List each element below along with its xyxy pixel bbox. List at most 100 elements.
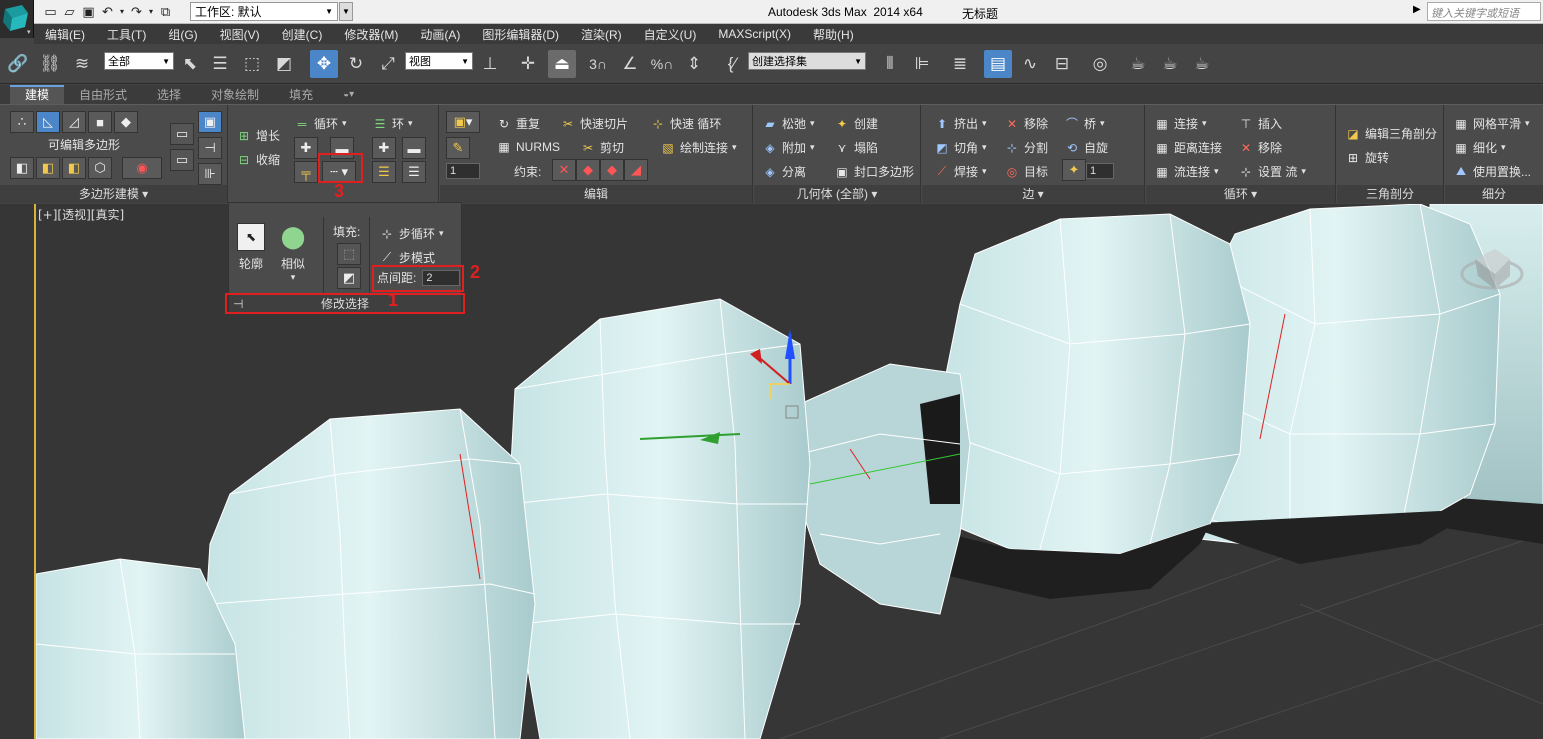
bridge-button[interactable]: ⌒ 桥 ▾	[1064, 115, 1105, 132]
tab-selection[interactable]: 选择	[142, 86, 196, 103]
project-folder-icon[interactable]: ⧉	[157, 4, 174, 20]
insert-loop-button[interactable]: ⊤ 插入	[1238, 115, 1282, 132]
connect-button[interactable]: ▦ 连接 ▾	[1154, 115, 1206, 132]
fill-button[interactable]: ⬚	[337, 243, 361, 265]
collapse-button[interactable]: ⋎ 塌陷	[834, 139, 878, 156]
workspace-menu-button[interactable]: ▼	[339, 2, 353, 21]
meshsmooth-button[interactable]: ▦ 网格平滑 ▾	[1453, 115, 1529, 132]
render-setup-icon[interactable]: ☕	[1124, 50, 1152, 78]
bind-spacewarp-icon[interactable]: ≋	[68, 50, 96, 78]
spinner-snap-icon[interactable]: ⇕	[680, 50, 708, 78]
curve-editor-icon[interactable]: ∿	[1016, 50, 1044, 78]
detach-button[interactable]: ◈ 分离	[762, 163, 806, 180]
app-menu-button[interactable]: ▾	[0, 0, 34, 38]
menu-animation[interactable]: 动画(A)	[409, 26, 471, 43]
snap-toggle-icon[interactable]: 3 ∩	[584, 50, 612, 78]
shrink-button[interactable]: ⊟ 收缩	[236, 151, 280, 168]
border-mode-icon[interactable]: ◿	[62, 111, 86, 133]
mirror-icon[interactable]: ⫴	[876, 50, 904, 78]
tessellate-button[interactable]: ▦ 细化 ▾	[1453, 139, 1505, 156]
use-stack-icon[interactable]: ◧	[62, 157, 86, 179]
pin-stack-icon[interactable]: ▣	[198, 111, 222, 133]
undo-dropdown-icon[interactable]: ▾	[118, 4, 126, 20]
named-selection-select[interactable]: 创建选择集 ▼	[748, 52, 866, 70]
rect-selection-icon[interactable]: ⬚	[238, 50, 266, 78]
menu-maxscript[interactable]: MAXScript(X)	[707, 27, 802, 41]
create-button[interactable]: ✦ 创建	[834, 115, 878, 132]
preserve-uvs-button[interactable]: ▣ ▾	[446, 111, 480, 133]
menu-edit[interactable]: 编辑(E)	[34, 26, 96, 43]
soft-selection-icon[interactable]: ◉	[122, 157, 162, 179]
constraint-face-icon[interactable]: ◆	[600, 159, 624, 181]
loop-button[interactable]: ═ 循环 ▾	[294, 115, 347, 132]
scale-icon[interactable]: ⤢	[374, 50, 402, 78]
ring-shrink-button[interactable]: ▬	[402, 137, 426, 159]
flow-connect-button[interactable]: ▦ 流连接 ▾	[1154, 163, 1218, 180]
tab-freeform[interactable]: 自由形式	[64, 86, 142, 103]
constraint-edge-icon[interactable]: ◆	[576, 159, 600, 181]
quickslice-button[interactable]: ✂ 快速切片	[560, 115, 628, 132]
repeat-button[interactable]: ↻ 重复	[496, 115, 540, 132]
menu-customize[interactable]: 自定义(U)	[633, 26, 708, 43]
extrude-button[interactable]: ⬆ 挤出 ▾	[934, 115, 987, 132]
material-editor-icon[interactable]: ◎	[1086, 50, 1114, 78]
redo-icon[interactable]: ↷	[128, 4, 145, 20]
attach-button[interactable]: ◈ 附加 ▾	[762, 139, 814, 156]
cut-button[interactable]: ✂ 剪切	[580, 139, 624, 156]
menu-graph-editors[interactable]: 图形编辑器(D)	[471, 26, 570, 43]
new-file-icon[interactable]: ▭	[42, 4, 59, 20]
split-button[interactable]: ⊹ 分割	[1004, 139, 1048, 156]
select-by-name-icon[interactable]: ☰	[206, 50, 234, 78]
use-displacement-button[interactable]: ⛰ 使用置换...	[1453, 163, 1531, 180]
paint-connect-button[interactable]: ▧ 绘制连接 ▾	[660, 139, 736, 156]
loop-remove-button[interactable]: ✕ 移除	[1238, 139, 1282, 156]
redo-dropdown-icon[interactable]: ▾	[147, 4, 155, 20]
step-mode-button[interactable]: ⟋ 步模式	[379, 249, 435, 266]
tweak-button[interactable]: ✎	[446, 137, 470, 159]
loop-mode-button[interactable]: ╤	[294, 161, 318, 183]
undo-icon[interactable]: ↶	[99, 4, 116, 20]
edge-mode-icon[interactable]: ◺	[36, 111, 60, 133]
nurms-button[interactable]: ▦ NURMS	[496, 139, 560, 155]
relax-button[interactable]: ▰ 松弛 ▾	[762, 115, 814, 132]
ring-grow-button[interactable]: ✚	[372, 137, 396, 159]
menu-views[interactable]: 视图(V)	[209, 26, 271, 43]
search-expand-icon[interactable]: ▶	[1413, 4, 1421, 15]
turn-button[interactable]: ⊞ 旋转	[1345, 149, 1389, 166]
edges-spinner[interactable]: 1	[1086, 163, 1114, 179]
menu-modifiers[interactable]: 修改器(M)	[333, 26, 409, 43]
spin-button[interactable]: ⟲ 自旋	[1064, 139, 1108, 156]
select-object-icon[interactable]: ⬉	[176, 50, 204, 78]
rendered-frame-icon[interactable]: ☕	[1156, 50, 1184, 78]
layer-manager-icon[interactable]: ≣	[946, 50, 974, 78]
modify-mode-icon[interactable]: ◧	[10, 157, 34, 179]
menu-rendering[interactable]: 渲染(R)	[570, 26, 633, 43]
tab-populate[interactable]: 填充	[274, 86, 328, 103]
subobj-toggle-icon[interactable]: ▭	[170, 149, 194, 171]
edge-remove-button[interactable]: ✕ 移除	[1004, 115, 1048, 132]
constraint-none-icon[interactable]: ✕	[552, 159, 576, 181]
vertex-mode-icon[interactable]: ∴	[10, 111, 34, 133]
align-icon[interactable]: ⊫	[908, 50, 936, 78]
selection-filter-select[interactable]: 全部 ▼	[104, 52, 174, 70]
edit-spinner[interactable]: 1	[446, 163, 480, 179]
target-button[interactable]: ◎ 目标	[1004, 163, 1048, 180]
ring-button[interactable]: ☰ 环 ▾	[372, 115, 413, 132]
menu-help[interactable]: 帮助(H)	[802, 26, 865, 43]
open-file-icon[interactable]: ▱	[61, 4, 78, 20]
grow-button[interactable]: ⊞ 增长	[236, 127, 280, 144]
step-loop-button[interactable]: ⊹ 步循环 ▾	[379, 225, 444, 242]
reference-coord-select[interactable]: 视图 ▼	[405, 52, 473, 70]
polygon-mode-icon[interactable]: ■	[88, 111, 112, 133]
angle-snap-icon[interactable]: ∠	[616, 50, 644, 78]
preserve-uv-icon[interactable]: ◧	[36, 157, 60, 179]
fill-hole-button[interactable]: ◩	[337, 267, 361, 289]
render-production-icon[interactable]: ☕	[1188, 50, 1216, 78]
polygon-modeling-title[interactable]: 多边形建模 ▾	[0, 185, 227, 203]
constraint-normal-icon[interactable]: ◢	[624, 159, 648, 181]
viewport-label[interactable]: [+][透视][真实]	[38, 206, 124, 223]
weld-button[interactable]: ⟋ 焊接 ▾	[934, 163, 987, 180]
save-icon[interactable]: ▣	[80, 4, 97, 20]
loop-grow-button[interactable]: ✚	[294, 137, 318, 159]
collapse-stack-icon[interactable]: ▭	[170, 123, 194, 145]
